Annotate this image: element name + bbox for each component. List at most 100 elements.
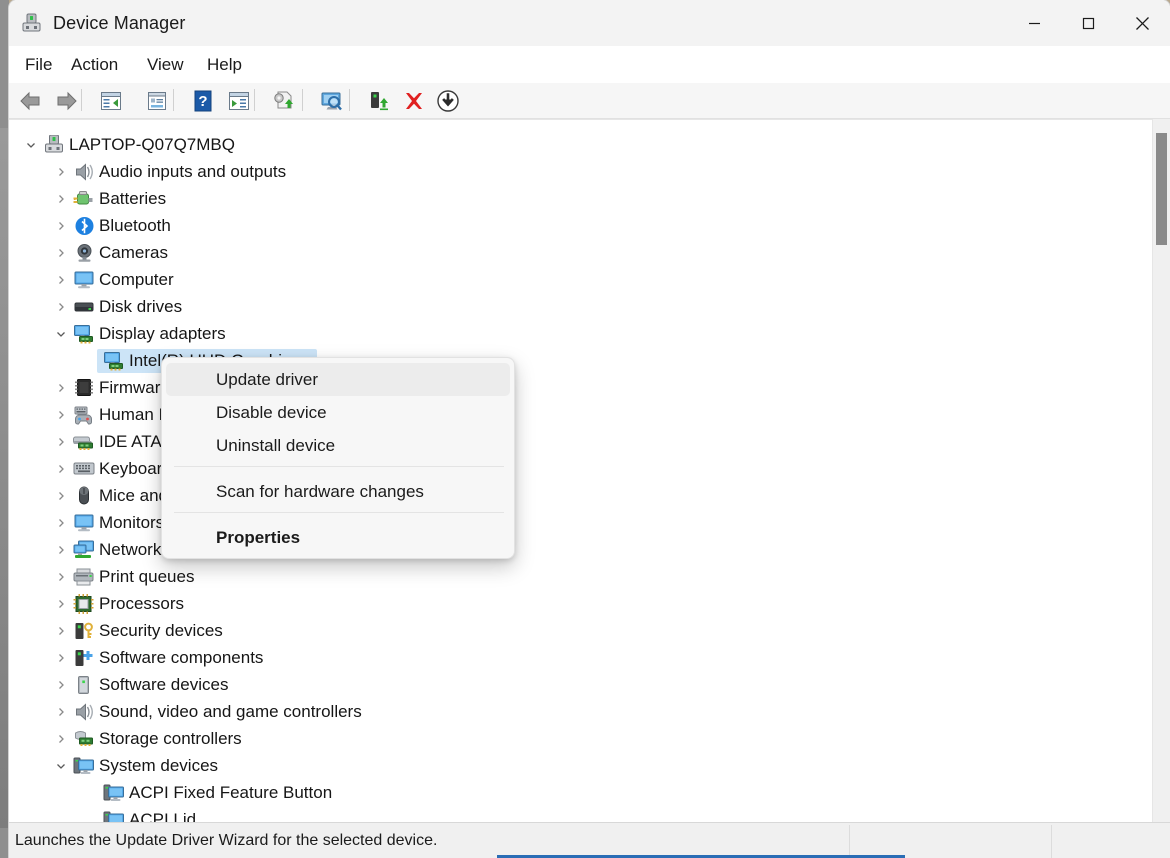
tree-item-label: Print queues <box>99 566 195 586</box>
tree-item[interactable]: Software devices <box>9 671 1150 698</box>
disable-device-button[interactable] <box>433 86 463 115</box>
chevron-right-icon[interactable] <box>53 245 69 261</box>
tree-item[interactable]: Disk drives <box>9 293 1150 320</box>
firmware-icon <box>73 378 95 398</box>
menu-help[interactable]: Help <box>197 46 252 83</box>
software-device-icon <box>73 675 95 695</box>
context-menu-separator <box>174 512 504 513</box>
tree-item-label: Batteries <box>99 188 167 208</box>
tree-item[interactable]: Bluetooth <box>9 212 1150 239</box>
minimize-button[interactable] <box>1011 0 1057 46</box>
context-menu-label: Disable device <box>216 402 327 422</box>
bluetooth-icon <box>73 215 95 236</box>
chevron-right-icon[interactable] <box>53 191 69 207</box>
context-menu-item-scan-for-hardware-changes[interactable]: Scan for hardware changes <box>166 475 510 508</box>
speaker-icon <box>73 702 95 722</box>
context-menu-item-properties[interactable]: Properties <box>166 521 510 554</box>
chevron-right-icon[interactable] <box>53 704 69 720</box>
close-button[interactable] <box>1119 0 1165 46</box>
context-menu-item-update-driver[interactable]: Update driver <box>166 363 510 396</box>
menu-view[interactable]: View <box>137 46 194 83</box>
context-menu[interactable]: Update driver Disable device Uninstall d… <box>161 357 515 559</box>
chevron-right-icon[interactable] <box>53 407 69 423</box>
menu-file[interactable]: File <box>15 46 62 83</box>
context-menu-item-disable-device[interactable]: Disable device <box>166 396 510 429</box>
mouse-icon <box>73 486 95 506</box>
vertical-scrollbar[interactable] <box>1152 119 1170 822</box>
tree-item-label: Bluetooth <box>99 215 171 235</box>
tree-item[interactable]: ACPI Fixed Feature Button <box>9 779 1150 806</box>
menu-action[interactable]: Action <box>61 46 128 83</box>
tree-item-label: Sound, video and game controllers <box>99 701 362 721</box>
chevron-right-icon[interactable] <box>53 461 69 477</box>
tree-item[interactable]: Cameras <box>9 239 1150 266</box>
help-button[interactable]: ? <box>188 86 218 115</box>
chevron-right-icon[interactable] <box>53 434 69 450</box>
tree-item[interactable]: Print queues <box>9 563 1150 590</box>
computer-root-icon <box>43 134 65 155</box>
chevron-right-icon[interactable] <box>53 218 69 234</box>
context-menu-label: Scan for hardware changes <box>216 481 424 501</box>
status-divider <box>1051 825 1052 858</box>
chevron-down-icon[interactable] <box>23 137 39 153</box>
tree-item-label: Software devices <box>99 674 229 694</box>
speaker-icon <box>73 162 95 182</box>
tree-item[interactable]: Processors <box>9 590 1150 617</box>
forward-button[interactable] <box>51 86 81 115</box>
tree-item[interactable]: Computer <box>9 266 1150 293</box>
chevron-down-icon[interactable] <box>53 326 69 342</box>
network-adapter-icon <box>73 540 95 560</box>
tree-item-label: Storage controllers <box>99 728 242 748</box>
monitor-icon <box>73 270 95 290</box>
back-button[interactable] <box>16 86 46 115</box>
chevron-right-icon[interactable] <box>53 623 69 639</box>
update-driver-button[interactable] <box>269 86 299 115</box>
tree-item[interactable]: Batteries <box>9 185 1150 212</box>
maximize-button[interactable] <box>1065 0 1111 46</box>
menu-bar: File Action View Help <box>9 46 1170 83</box>
chevron-right-icon[interactable] <box>53 272 69 288</box>
tree-item[interactable]: Display adapters <box>9 320 1150 347</box>
title-bar: Device Manager <box>9 0 1170 46</box>
show-hide-action-pane-button[interactable] <box>224 86 254 115</box>
chevron-right-icon[interactable] <box>53 650 69 666</box>
context-menu-label: Uninstall device <box>216 435 336 455</box>
tree-item[interactable]: Sound, video and game controllers <box>9 698 1150 725</box>
printer-icon <box>73 567 95 587</box>
uninstall-device-button[interactable] <box>399 86 429 115</box>
context-menu-item-uninstall-device[interactable]: Uninstall device <box>166 429 510 462</box>
system-device-icon <box>73 756 95 776</box>
chevron-right-icon[interactable] <box>53 677 69 693</box>
tree-item[interactable]: LAPTOP-Q07Q7MBQ <box>9 131 1150 158</box>
chevron-right-icon[interactable] <box>53 488 69 504</box>
tree-item-label: Disk drives <box>99 296 183 316</box>
chevron-right-icon[interactable] <box>53 164 69 180</box>
chevron-right-icon[interactable] <box>53 542 69 558</box>
context-menu-label: Properties <box>216 527 301 547</box>
toolbar-separator <box>173 89 174 111</box>
tree-item[interactable]: ACPI Lid <box>9 806 1150 823</box>
tree-item-label: LAPTOP-Q07Q7MBQ <box>69 134 235 154</box>
show-hide-console-tree-button[interactable] <box>96 86 126 115</box>
tree-item[interactable]: System devices <box>9 752 1150 779</box>
tree-item[interactable]: Audio inputs and outputs <box>9 158 1150 185</box>
properties-button[interactable] <box>142 86 172 115</box>
tree-item[interactable]: Software components <box>9 644 1150 671</box>
scan-hardware-changes-button[interactable] <box>317 86 347 115</box>
chevron-right-icon[interactable] <box>53 569 69 585</box>
chevron-right-icon[interactable] <box>53 380 69 396</box>
tree-item[interactable]: Storage controllers <box>9 725 1150 752</box>
display-adapter-icon <box>103 351 125 371</box>
toolbar-separator <box>81 89 82 111</box>
tree-item[interactable]: Security devices <box>9 617 1150 644</box>
chevron-right-icon[interactable] <box>53 515 69 531</box>
software-component-icon <box>73 648 95 668</box>
tree-item-label: Computer <box>99 269 174 289</box>
chevron-down-icon[interactable] <box>53 758 69 774</box>
processor-icon <box>73 593 95 614</box>
chevron-right-icon[interactable] <box>53 596 69 612</box>
scrollbar-thumb[interactable] <box>1156 133 1167 245</box>
chevron-right-icon[interactable] <box>53 299 69 315</box>
chevron-right-icon[interactable] <box>53 731 69 747</box>
enable-device-button[interactable] <box>364 86 394 115</box>
